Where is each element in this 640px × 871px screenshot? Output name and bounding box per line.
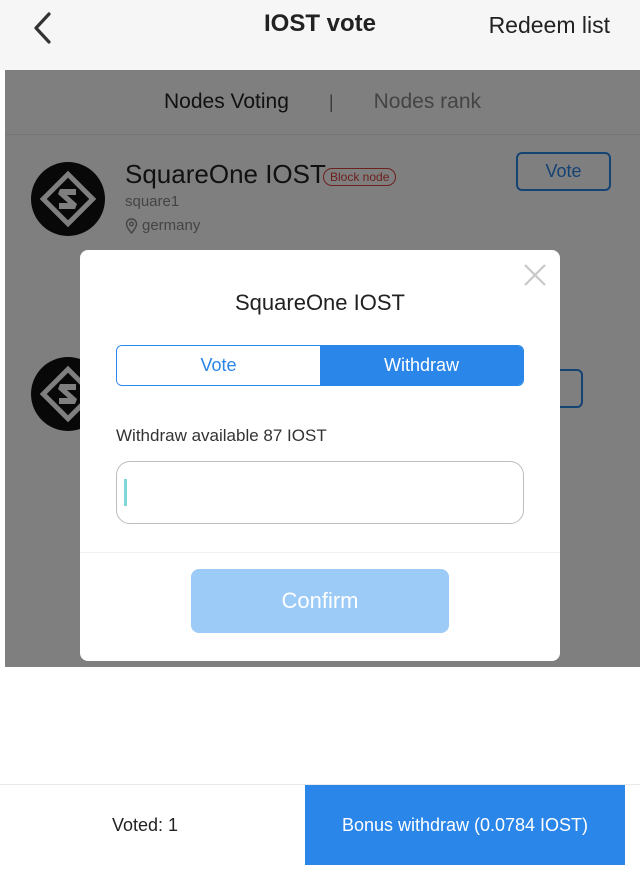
confirm-button[interactable]: Confirm bbox=[191, 569, 449, 633]
mode-segmented-control: Vote Withdraw bbox=[116, 345, 524, 386]
top-bar: IOST vote Redeem list bbox=[0, 0, 640, 70]
vote-withdraw-dialog: SquareOne IOST Vote Withdraw Withdraw av… bbox=[80, 250, 560, 661]
voted-count: Voted: 1 bbox=[111, 814, 179, 835]
dialog-title: SquareOne IOST bbox=[235, 290, 405, 315]
segment-withdraw[interactable]: Withdraw bbox=[320, 346, 523, 385]
segment-vote[interactable]: Vote bbox=[117, 346, 320, 385]
bottom-bar: Voted: 1 Bonus withdraw (0.0784 IOST) bbox=[0, 784, 640, 871]
dialog-divider bbox=[80, 552, 560, 553]
text-caret bbox=[124, 479, 127, 506]
close-icon[interactable] bbox=[522, 262, 548, 288]
app-screen: IOST vote Redeem list Nodes Voting | Nod… bbox=[0, 0, 640, 871]
withdraw-available-label: Withdraw available 87 IOST bbox=[116, 426, 327, 445]
redeem-list-link[interactable]: Redeem list bbox=[489, 12, 610, 39]
bonus-withdraw-button[interactable]: Bonus withdraw (0.0784 IOST) bbox=[305, 785, 625, 865]
amount-input[interactable] bbox=[116, 461, 524, 524]
